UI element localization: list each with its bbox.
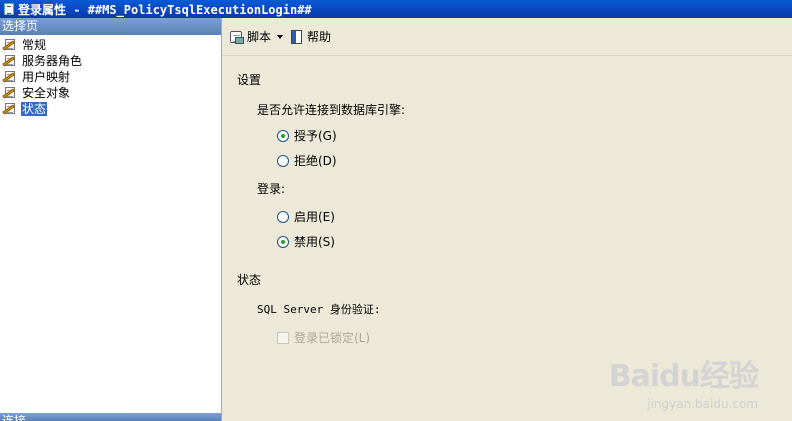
script-label: 脚本 [247, 30, 272, 44]
page-item-status[interactable]: 状态 [0, 101, 221, 117]
page-item-securables[interactable]: 安全对象 [0, 85, 221, 101]
deny-radio[interactable]: 拒绝(D) [277, 152, 337, 169]
help-button[interactable]: 帮助 [289, 28, 331, 45]
settings-section-title: 设置 [237, 73, 262, 87]
connection-header: 连接 [0, 413, 221, 421]
window-title: 登录属性 - ##MS_PolicyTsqlExecutionLogin## [18, 2, 312, 17]
sql-auth-label: SQL Server 身份验证: [257, 303, 381, 316]
enabled-label: 启用(E) [294, 210, 335, 224]
enabled-radio[interactable]: 启用(E) [277, 208, 335, 225]
page-list: 常规 服务器角色 用户映射 安全对象 状态 [0, 35, 221, 117]
watermark-main: Baidu经验 [608, 359, 759, 394]
properties-pane: 脚本 帮助 设置 是否允许连接到数据库引擎: 授予(G) 拒绝(D) 登录: 启… [223, 18, 792, 421]
login-label: 登录: [257, 182, 286, 196]
login-locked-checkbox-box[interactable] [277, 331, 289, 344]
page-item-label: 安全对象 [22, 86, 71, 100]
page-item-general[interactable]: 常规 [0, 37, 221, 53]
window-icon [4, 3, 14, 15]
page-item-label: 常规 [22, 38, 47, 52]
grant-label: 授予(G) [294, 129, 337, 143]
watermark-url: jingyan.baidu.com [647, 397, 758, 411]
login-locked-checkbox[interactable]: 登录已锁定(L) [277, 329, 370, 346]
select-page-header: 选择页 [0, 18, 221, 35]
deny-radio-button[interactable] [277, 154, 289, 167]
dropdown-arrow-icon[interactable] [277, 34, 284, 39]
page-item-label: 状态 [21, 102, 48, 116]
toolbar: 脚本 帮助 [223, 18, 792, 56]
page-item-user-mapping[interactable]: 用户映射 [0, 69, 221, 85]
page-item-label: 用户映射 [22, 70, 71, 84]
select-page-pane: 选择页 常规 服务器角色 用户映射 安全对象 状态 连接 [0, 18, 222, 421]
help-label: 帮助 [307, 30, 332, 44]
property-page-icon [2, 102, 18, 116]
grant-radio-button[interactable] [277, 129, 289, 142]
status-section-title: 状态 [237, 273, 262, 287]
baidu-watermark: Baidu经验 jingyan.baidu.com [608, 359, 759, 412]
script-icon [229, 29, 245, 45]
grant-radio[interactable]: 授予(G) [277, 127, 337, 144]
property-page-icon [2, 70, 18, 84]
enabled-radio-button[interactable] [277, 210, 289, 223]
script-button[interactable]: 脚本 [229, 28, 284, 45]
db-engine-permission-label: 是否允许连接到数据库引擎: [257, 103, 406, 117]
deny-label: 拒绝(D) [294, 154, 337, 168]
disabled-label: 禁用(S) [294, 235, 335, 249]
disabled-radio-button[interactable] [277, 235, 289, 248]
login-locked-label: 登录已锁定(L) [294, 331, 371, 345]
property-page-icon [2, 86, 18, 100]
property-page-icon [2, 38, 18, 52]
page-item-server-roles[interactable]: 服务器角色 [0, 53, 221, 69]
page-item-label: 服务器角色 [22, 54, 83, 68]
help-book-icon [289, 29, 305, 45]
title-bar: 登录属性 - ##MS_PolicyTsqlExecutionLogin## [0, 0, 792, 18]
disabled-radio[interactable]: 禁用(S) [277, 233, 335, 250]
property-page-icon [2, 54, 18, 68]
